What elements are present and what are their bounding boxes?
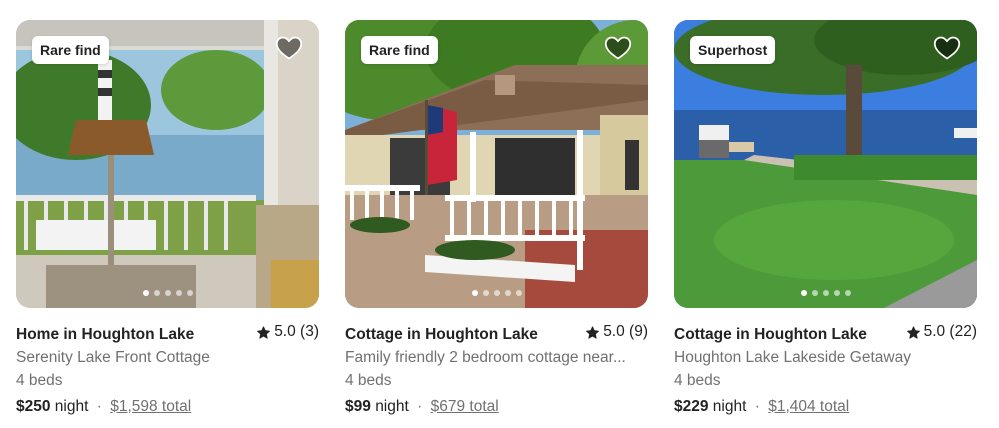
listing-subtitle: Serenity Lake Front Cottage	[16, 348, 210, 366]
listing-rating: 5.0 (3)	[257, 323, 319, 341]
price-separator: ·	[96, 397, 102, 415]
carousel-dot[interactable]	[153, 290, 160, 296]
photo-carousel-dots	[16, 290, 319, 296]
carousel-dot[interactable]	[186, 290, 193, 296]
nightly-price: $229	[674, 397, 709, 415]
night-label: night	[712, 397, 747, 415]
listing-badge: Superhost	[690, 36, 776, 64]
listing-subtitle: Houghton Lake Lakeside Getaway	[674, 348, 911, 366]
carousel-dot[interactable]	[515, 290, 522, 296]
favorite-button[interactable]	[604, 34, 632, 62]
carousel-dot[interactable]	[164, 290, 171, 296]
night-label: night	[54, 397, 89, 415]
listing-header-row: Home in Houghton Lake 5.0 (3)	[16, 323, 319, 344]
carousel-dot[interactable]	[811, 290, 818, 296]
price-separator: ·	[417, 397, 423, 415]
listing-header-row: Cottage in Houghton Lake 5.0 (22)	[674, 323, 977, 344]
listing-price-row: $229 night · $1,404 total	[674, 398, 977, 416]
heart-icon	[275, 36, 303, 60]
listing-title: Cottage in Houghton Lake	[345, 325, 538, 343]
listing-header-row: Cottage in Houghton Lake 5.0 (9)	[345, 323, 648, 344]
total-price-link[interactable]: $1,404 total	[768, 398, 849, 415]
nightly-price: $99	[345, 397, 371, 415]
listing-card[interactable]: Rare find Cottage in Houghton Lake 5.0 (…	[345, 20, 648, 416]
star-icon	[257, 325, 271, 339]
photo-carousel-dots	[345, 290, 648, 296]
listing-title: Cottage in Houghton Lake	[674, 325, 867, 343]
carousel-dot[interactable]	[175, 290, 182, 296]
heart-icon	[933, 36, 961, 60]
listing-card[interactable]: Rare find Home in Houghton Lake 5.0 (3) …	[16, 20, 319, 416]
listing-photo[interactable]: Superhost	[674, 20, 977, 308]
listing-price-row: $99 night · $679 total	[345, 398, 648, 416]
listing-beds: 4 beds	[674, 371, 721, 389]
carousel-dot[interactable]	[844, 290, 851, 296]
star-icon	[906, 325, 920, 339]
rating-value: 5.0 (3)	[274, 323, 319, 340]
listing-title: Home in Houghton Lake	[16, 325, 195, 343]
rating-value: 5.0 (22)	[923, 323, 977, 340]
listing-badge: Rare find	[361, 36, 438, 64]
carousel-dot[interactable]	[142, 290, 149, 296]
favorite-button[interactable]	[275, 34, 303, 62]
listing-beds: 4 beds	[16, 371, 63, 389]
carousel-dot[interactable]	[493, 290, 500, 296]
rating-value: 5.0 (9)	[603, 323, 648, 340]
favorite-button[interactable]	[933, 34, 961, 62]
listing-price-row: $250 night · $1,598 total	[16, 398, 319, 416]
photo-carousel-dots	[674, 290, 977, 296]
listing-photo[interactable]: Rare find	[345, 20, 648, 308]
listing-card[interactable]: Superhost Cottage in Houghton Lake 5.0 (…	[674, 20, 977, 416]
carousel-dot[interactable]	[822, 290, 829, 296]
carousel-dot[interactable]	[833, 290, 840, 296]
nightly-price: $250	[16, 397, 51, 415]
carousel-dot[interactable]	[471, 290, 478, 296]
night-label: night	[375, 397, 409, 415]
listing-photo[interactable]: Rare find	[16, 20, 319, 308]
total-price-link[interactable]: $1,598 total	[110, 398, 191, 415]
listing-subtitle: Family friendly 2 bedroom cottage near..…	[345, 348, 626, 366]
price-separator: ·	[754, 397, 760, 415]
total-price-link[interactable]: $679 total	[431, 398, 499, 415]
listing-badge: Rare find	[32, 36, 109, 64]
carousel-dot[interactable]	[504, 290, 511, 296]
heart-icon	[604, 36, 632, 60]
listing-rating: 5.0 (22)	[906, 323, 977, 341]
star-icon	[586, 325, 600, 339]
listing-rating: 5.0 (9)	[586, 323, 648, 341]
carousel-dot[interactable]	[800, 290, 807, 296]
carousel-dot[interactable]	[482, 290, 489, 296]
listing-beds: 4 beds	[345, 371, 392, 389]
